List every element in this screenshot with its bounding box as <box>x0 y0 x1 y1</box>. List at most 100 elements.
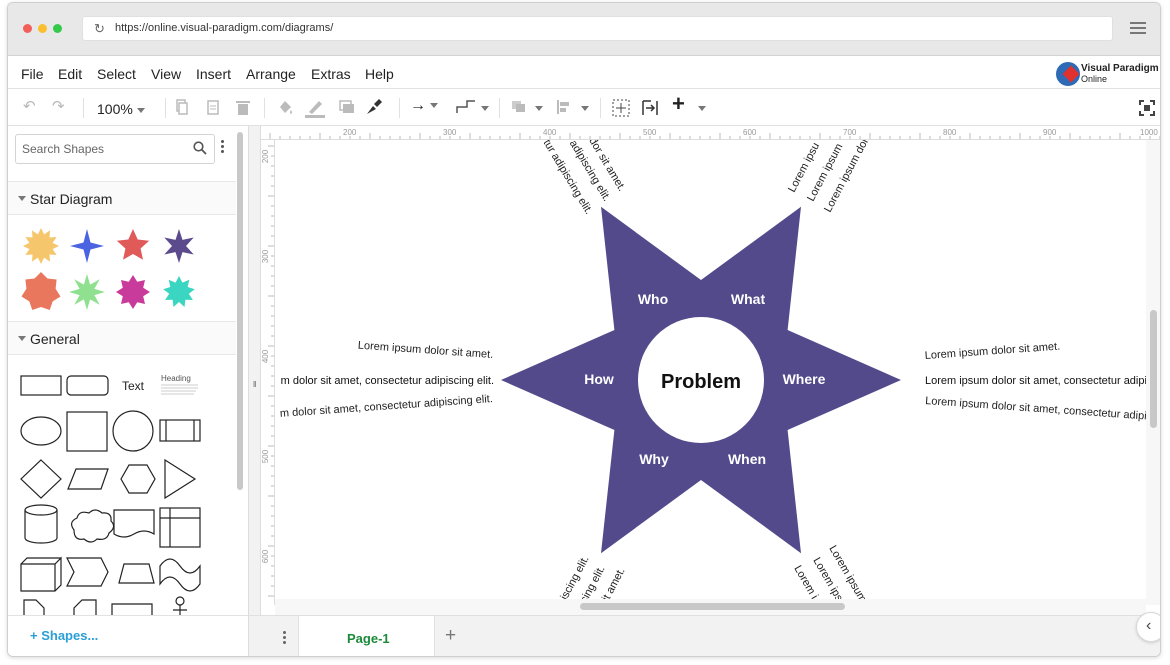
copy-icon[interactable] <box>176 99 188 115</box>
menu-select[interactable]: Select <box>97 66 136 82</box>
chevron-down-icon[interactable] <box>481 106 489 111</box>
star-9-shape[interactable] <box>163 276 195 307</box>
delete-icon[interactable] <box>236 99 250 115</box>
connector-style-select[interactable]: → <box>410 97 438 115</box>
actor-shape[interactable] <box>175 596 185 606</box>
sidebar-scrollbar[interactable] <box>237 132 243 490</box>
horizontal-scroll-thumb[interactable] <box>580 603 845 610</box>
star-diagram[interactable]: Problem Who What Where When Why How Lore… <box>275 140 1146 605</box>
search-icon[interactable] <box>193 141 207 155</box>
point-label-why[interactable]: Why <box>639 451 669 467</box>
diamond-shape[interactable] <box>20 459 62 499</box>
waypoint-style-icon[interactable] <box>455 99 477 115</box>
rectangle-shape[interactable] <box>20 375 62 396</box>
minimize-window-dot[interactable] <box>38 24 47 33</box>
sidebar-collapse-handle[interactable]: ‖ <box>249 126 261 615</box>
address-bar[interactable]: ↻ https://online.visual-paradigm.com/dia… <box>82 16 1113 41</box>
close-window-dot[interactable] <box>23 24 32 33</box>
star-4-shape[interactable] <box>70 229 104 263</box>
menu-help[interactable]: Help <box>365 66 394 82</box>
menu-view[interactable]: View <box>151 66 181 82</box>
chevron-down-icon[interactable] <box>698 106 706 111</box>
cube-shape[interactable] <box>20 556 62 592</box>
fit-page-icon[interactable] <box>612 99 630 117</box>
more-options-icon[interactable] <box>221 140 225 155</box>
format-painter-icon[interactable] <box>365 98 383 116</box>
trapezoid-shape[interactable] <box>118 563 155 584</box>
star-5-shape[interactable] <box>116 229 150 260</box>
browser-menu-icon[interactable] <box>1130 22 1146 34</box>
zoom-select[interactable]: 100% <box>97 101 145 117</box>
note-shape[interactable] <box>23 599 45 615</box>
cylinder-shape[interactable] <box>24 504 58 544</box>
heading-shape[interactable]: Heading <box>161 374 191 383</box>
card-shape[interactable] <box>73 599 97 615</box>
menu-insert[interactable]: Insert <box>196 66 231 82</box>
cloud-shape[interactable] <box>71 509 115 543</box>
insert-plus-icon[interactable]: + <box>672 93 685 115</box>
section-general[interactable]: General <box>8 321 236 355</box>
visual-paradigm-logo[interactable]: Visual Paradigm Online <box>1056 61 1159 87</box>
container-shape[interactable] <box>159 507 201 548</box>
menu-edit[interactable]: Edit <box>58 66 82 82</box>
branch-text-where-1[interactable]: Lorem ipsum dolor sit amet. <box>924 341 1060 362</box>
horizontal-scrollbar[interactable] <box>275 599 1146 615</box>
callout-shape[interactable] <box>111 603 153 615</box>
section-star-diagram[interactable]: Star Diagram <box>8 181 236 215</box>
point-label-what[interactable]: What <box>731 291 766 307</box>
page-menu-icon[interactable] <box>283 631 286 646</box>
center-label[interactable]: Problem <box>661 371 741 393</box>
star-7-shape[interactable] <box>21 272 61 310</box>
align-icon[interactable] <box>556 99 572 115</box>
star-12-shape[interactable] <box>23 228 59 264</box>
branch-text-who-3[interactable]: tur adipiscing elit. <box>541 140 595 217</box>
more-shapes-link[interactable]: + Shapes... <box>30 628 98 643</box>
branch-text-how-2[interactable]: m dolor sit amet, consectetur adipiscing… <box>281 375 494 387</box>
branch-text-where-3[interactable]: Lorem ipsum dolor sit amet, consectetur … <box>925 395 1146 423</box>
fill-color-icon[interactable] <box>276 98 294 116</box>
redo-icon[interactable]: ↷ <box>52 98 65 116</box>
branch-text-how-1[interactable]: Lorem ipsum dolor sit amet. <box>357 340 493 361</box>
diagram-canvas[interactable]: Problem Who What Where When Why How Lore… <box>275 140 1146 605</box>
star-6-shape[interactable] <box>164 229 194 263</box>
point-label-how[interactable]: How <box>584 371 614 387</box>
star-8-shape[interactable] <box>69 274 105 310</box>
bring-front-icon[interactable] <box>511 100 527 114</box>
chevron-down-icon[interactable] <box>535 106 543 111</box>
triangle-shape[interactable] <box>164 458 197 500</box>
fullscreen-icon[interactable] <box>1139 100 1155 116</box>
point-label-when[interactable]: When <box>728 451 766 467</box>
line-color-icon[interactable] <box>305 98 325 118</box>
maximize-window-dot[interactable] <box>53 24 62 33</box>
square-shape[interactable] <box>66 411 108 452</box>
rounded-rectangle-shape[interactable] <box>66 375 109 396</box>
menu-file[interactable]: File <box>21 66 44 82</box>
circle-shape[interactable] <box>112 410 154 452</box>
parallelogram-shape[interactable] <box>67 468 109 490</box>
tab-page-1[interactable]: Page-1 <box>298 616 435 656</box>
point-label-where[interactable]: Where <box>783 371 826 387</box>
vertical-scroll-thumb[interactable] <box>1150 310 1157 428</box>
chevron-down-icon[interactable] <box>581 106 589 111</box>
vertical-scrollbar[interactable] <box>1146 140 1160 605</box>
paste-icon[interactable] <box>207 99 219 115</box>
hexagon-shape[interactable] <box>120 464 156 494</box>
fit-width-icon[interactable] <box>641 99 659 117</box>
reload-icon[interactable]: ↻ <box>94 21 105 37</box>
menu-extras[interactable]: Extras <box>311 66 351 82</box>
text-shape[interactable]: Text <box>122 379 145 393</box>
step-shape[interactable] <box>66 557 109 587</box>
collapse-panel-button[interactable]: ‹ <box>1136 612 1160 642</box>
tape-shape[interactable] <box>159 558 201 592</box>
undo-icon[interactable]: ↶ <box>23 98 36 116</box>
star-8b-shape[interactable] <box>116 275 150 309</box>
add-page-icon[interactable]: + <box>445 625 456 647</box>
document-shape[interactable] <box>113 509 155 538</box>
shadow-icon[interactable] <box>339 100 355 114</box>
ellipse-shape[interactable] <box>20 416 62 446</box>
search-input[interactable] <box>22 142 182 156</box>
branch-text-where-2[interactable]: Lorem ipsum dolor sit amet, consectetur … <box>925 375 1146 387</box>
point-label-who[interactable]: Who <box>638 291 668 307</box>
menu-arrange[interactable]: Arrange <box>246 66 296 82</box>
branch-text-how-3[interactable]: m dolor sit amet, consectetur adipiscing… <box>280 393 494 420</box>
